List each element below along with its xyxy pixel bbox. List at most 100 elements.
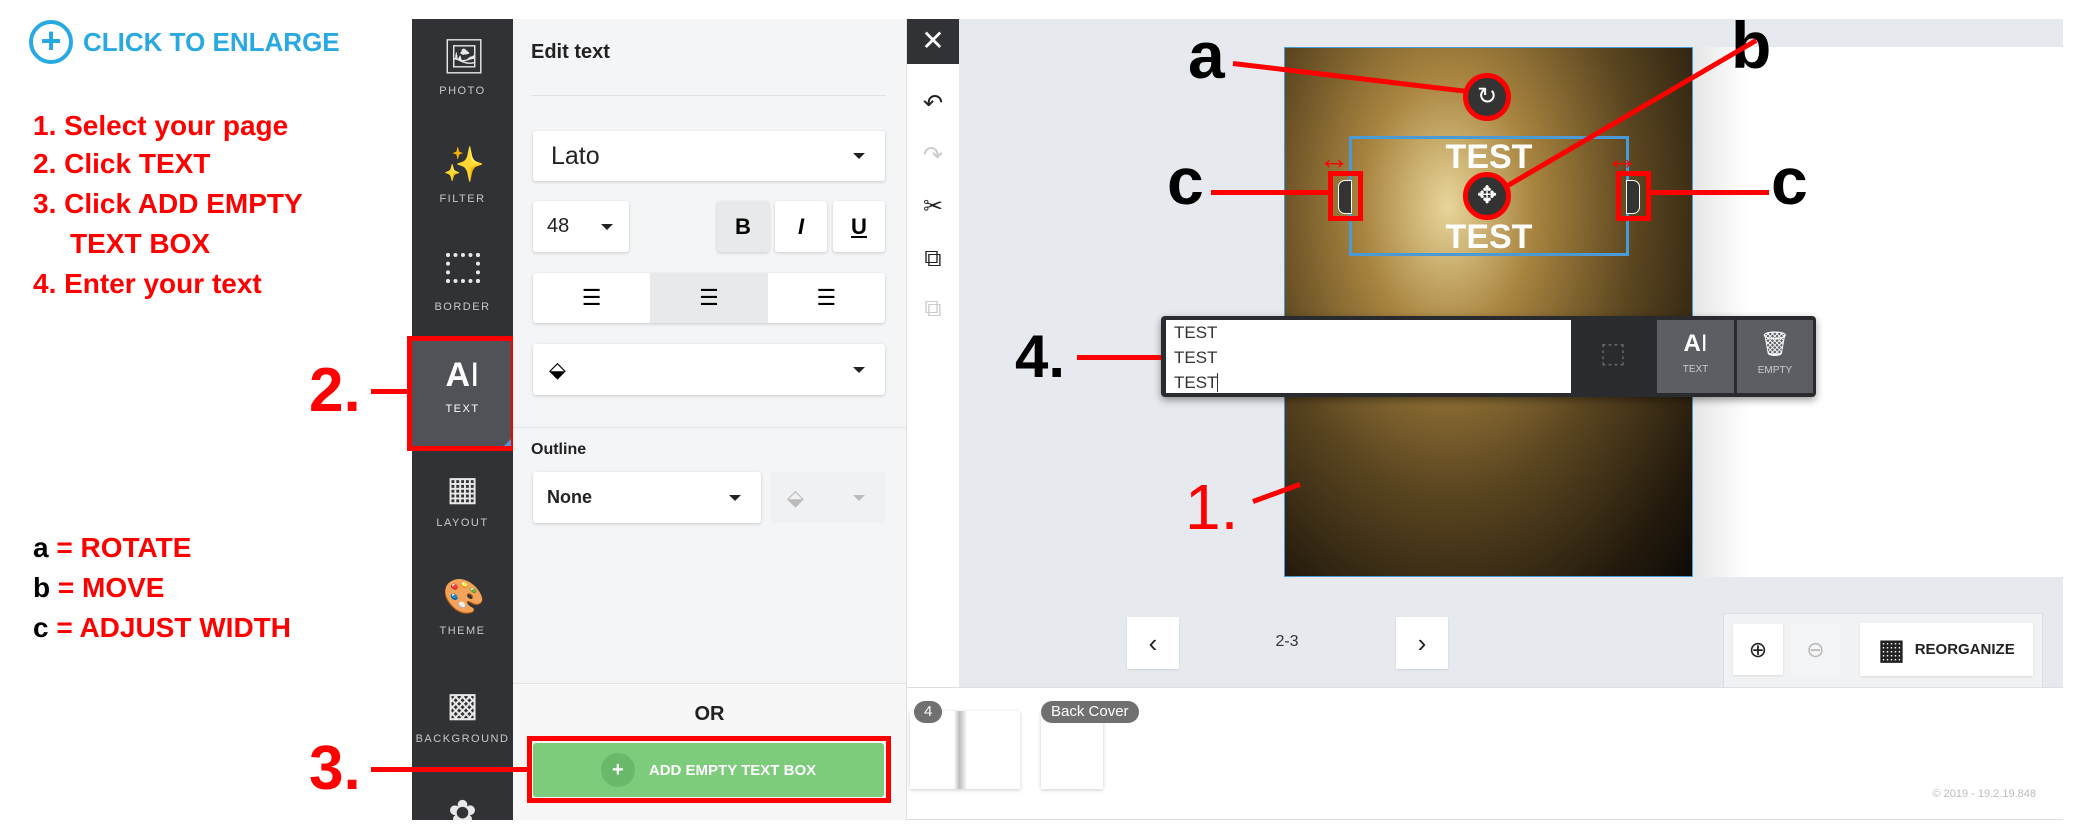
- text-button[interactable]: AI TEXT: [1657, 320, 1734, 393]
- outline-color-dropdown: ⬙: [771, 472, 885, 523]
- font-size-dropdown[interactable]: 48: [533, 201, 629, 252]
- align-left-button[interactable]: ☰: [533, 273, 650, 323]
- empty-button[interactable]: 🗑 EMPTY: [1737, 320, 1813, 393]
- plus-circle-icon: +: [29, 20, 73, 64]
- add-page-button[interactable]: ⊕: [1733, 624, 1783, 675]
- outline-label: Outline: [531, 441, 587, 458]
- italic-button[interactable]: I: [775, 201, 827, 252]
- legend-b: b = MOVE: [33, 572, 165, 603]
- marker-3: 3.: [309, 734, 361, 803]
- divider: [531, 95, 886, 96]
- copy-button[interactable]: ⧉: [907, 237, 959, 281]
- canvas-text-bottom: TEST: [1445, 218, 1533, 256]
- underline-button[interactable]: U: [833, 201, 885, 252]
- rotate-icon: ↻: [1476, 83, 1498, 110]
- add-page-icon: ⊕: [1748, 637, 1768, 662]
- chevron-down-icon: [729, 494, 741, 501]
- rotate-handle[interactable]: ↻: [1463, 73, 1511, 121]
- font-dropdown[interactable]: Lato: [533, 131, 885, 181]
- edit-text-panel: Edit text Lato 48 B I U ☰ ☰ ☰ ⬙ Outline …: [513, 19, 907, 820]
- pointer-c-right: [1651, 190, 1769, 195]
- trash-icon: 🗑: [1759, 331, 1791, 358]
- chevron-down-icon: [853, 494, 865, 501]
- text-editor-popup: TEST TEST TEST ⬚ AI TEXT 🗑 EMPTY: [1161, 316, 1816, 397]
- sidebar-item-background[interactable]: ▩ BACKGROUND: [412, 667, 513, 775]
- layout-icon: ▦: [446, 470, 479, 508]
- paint-bucket-icon: ⬙: [549, 356, 566, 382]
- prev-page-button[interactable]: ‹: [1127, 617, 1179, 669]
- pointer-4: [1077, 355, 1161, 360]
- marker-1: 1.: [1185, 471, 1239, 543]
- marker-c-left: c: [1167, 144, 1204, 218]
- reorganize-button[interactable]: ▦ REORGANIZE: [1860, 623, 2033, 676]
- sidebar-item-layout[interactable]: ▦ LAYOUT: [412, 451, 513, 559]
- align-center-button[interactable]: ☰: [650, 273, 768, 323]
- cut-button[interactable]: ✂: [907, 185, 959, 229]
- step-1: 1. Select your page: [33, 110, 289, 141]
- copyright: © 2019 - 19.2.19.848: [1932, 788, 2036, 800]
- alignment-group: ☰ ☰ ☰: [533, 273, 885, 323]
- highlight-right-handle: [1616, 171, 1651, 221]
- undo-button[interactable]: ↶: [907, 82, 959, 126]
- grid-icon: ▦: [1878, 633, 1905, 665]
- move-handle[interactable]: ✥: [1463, 172, 1511, 220]
- marker-4: 4.: [1015, 323, 1066, 390]
- align-right-button[interactable]: ☰: [768, 273, 885, 323]
- arrow-right-icon: ↔: [1606, 140, 1638, 176]
- photo-icon: 🖼: [442, 38, 486, 76]
- text-highlight-box: [407, 336, 516, 451]
- highlight-left-handle: [1328, 171, 1363, 221]
- pointer-2: [371, 389, 407, 394]
- magic-wand-icon: ✨: [442, 146, 485, 184]
- page-badge: 4: [914, 701, 943, 723]
- paste-button[interactable]: ⧉: [907, 287, 959, 331]
- redo-button[interactable]: ↷: [907, 134, 959, 178]
- fit-text-icon[interactable]: ⬚: [1591, 336, 1635, 376]
- next-page-button[interactable]: ›: [1396, 617, 1448, 669]
- chevron-down-icon: [601, 223, 613, 230]
- move-icon: ✥: [1476, 182, 1498, 209]
- sidebar-item-more[interactable]: ✿: [412, 775, 513, 820]
- text-color-dropdown[interactable]: ⬙: [533, 344, 885, 395]
- outline-dropdown[interactable]: None: [533, 472, 761, 523]
- marker-c-right: c: [1771, 144, 1808, 218]
- marker-a: a: [1188, 18, 1225, 92]
- pointer-c-left: [1211, 190, 1328, 195]
- delete-page-icon: ⊖: [1806, 637, 1825, 662]
- sidebar-item-border[interactable]: BORDER: [412, 235, 513, 343]
- background-icon: ▩: [446, 686, 479, 724]
- paint-bucket-icon: ⬙: [787, 484, 804, 510]
- chevron-down-icon: [853, 366, 865, 373]
- text-icon: AI: [1683, 330, 1708, 357]
- text-input[interactable]: TEST TEST TEST: [1166, 320, 1571, 393]
- marker-2: 2.: [309, 356, 361, 425]
- flower-icon: ✿: [448, 794, 477, 820]
- pointer-3: [371, 767, 527, 772]
- step-3b: TEXT BOX: [70, 228, 211, 259]
- sidebar-item-photo[interactable]: 🖼 PHOTO: [412, 19, 513, 127]
- sidebar-item-filter[interactable]: ✨ FILTER: [412, 127, 513, 235]
- click-to-enlarge[interactable]: + CLICK TO ENLARGE: [29, 20, 340, 64]
- or-label: OR: [694, 703, 725, 725]
- enlarge-label: CLICK TO ENLARGE: [83, 26, 340, 57]
- left-page[interactable]: [1284, 47, 1693, 577]
- page-indicator: 2-3: [1275, 633, 1299, 650]
- legend-c: c = ADJUST WIDTH: [33, 612, 291, 643]
- add-empty-text-box-button[interactable]: + ADD EMPTY TEXT BOX: [533, 743, 884, 797]
- tool-column: ✕ ↶ ↷ ✂ ⧉ ⧉: [907, 19, 959, 340]
- plus-icon: +: [600, 753, 635, 787]
- sidebar-item-theme[interactable]: 🎨 THEME: [412, 559, 513, 667]
- step-3: 3. Click ADD EMPTY: [33, 188, 303, 219]
- close-button[interactable]: ✕: [907, 19, 959, 64]
- palette-icon: 🎨: [442, 578, 485, 616]
- back-cover-badge: Back Cover: [1041, 701, 1139, 723]
- chevron-down-icon: [853, 153, 865, 159]
- legend-a: a = ROTATE: [33, 532, 192, 563]
- bold-button[interactable]: B: [717, 201, 769, 252]
- right-page[interactable]: [1693, 47, 2063, 577]
- border-icon: [443, 253, 483, 293]
- step-2: 2. Click TEXT: [33, 148, 211, 179]
- step-4: 4. Enter your text: [33, 268, 262, 299]
- delete-page-button[interactable]: ⊖: [1791, 624, 1840, 675]
- arrow-left-icon: ↔: [1318, 140, 1350, 176]
